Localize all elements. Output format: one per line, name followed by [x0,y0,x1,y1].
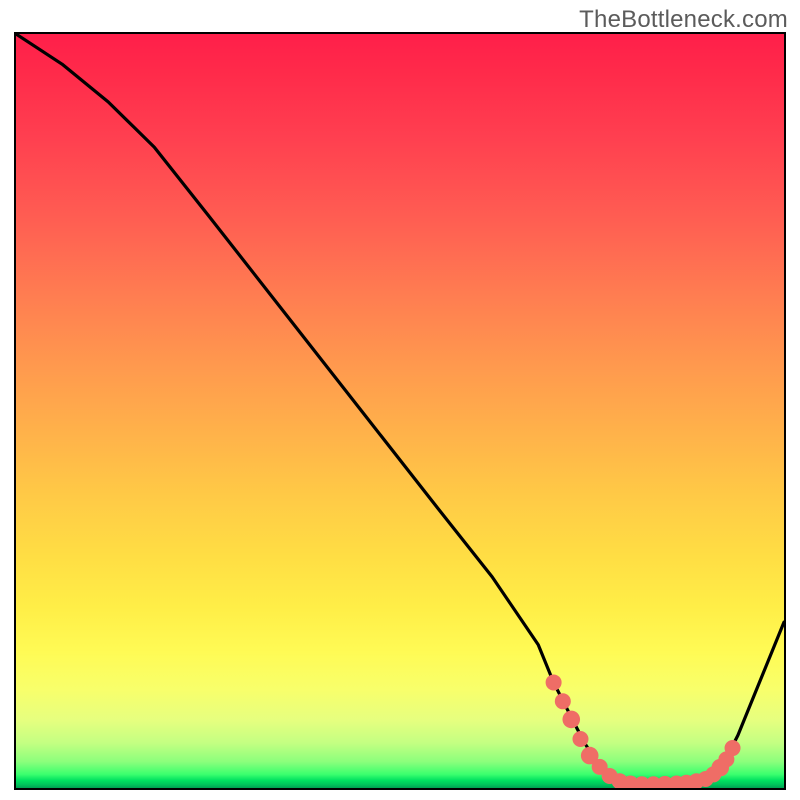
chart-svg [16,34,784,788]
chart-wrapper: TheBottleneck.com [0,0,800,800]
curve-marker [555,693,571,709]
curve-marker [562,711,580,729]
curve-marker [725,740,741,756]
curve-markers [546,674,741,788]
bottleneck-curve-path [16,34,784,784]
plot-area [14,32,786,790]
curve-marker [572,731,588,747]
curve-line [16,34,784,784]
curve-marker [546,674,562,690]
watermark-text: TheBottleneck.com [579,6,788,34]
